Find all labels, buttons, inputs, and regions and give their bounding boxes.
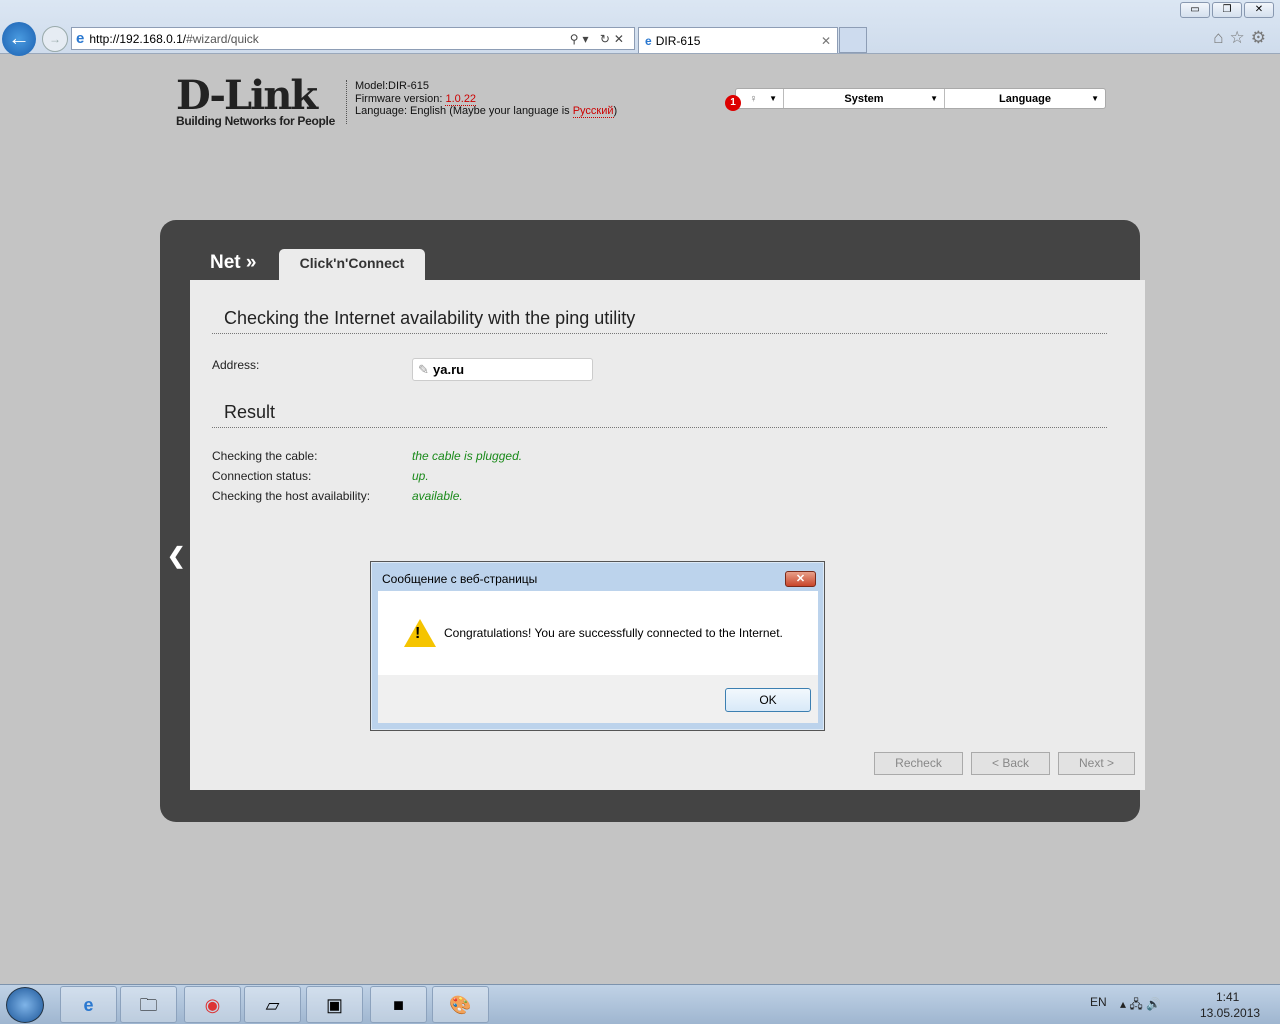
- address-bar[interactable]: e http://192.168.0.1/#wizard/quick ⚲▾ ↻✕: [71, 27, 635, 50]
- forward-button[interactable]: →: [42, 26, 68, 52]
- tray-icons[interactable]: ▴ 🖧 🔊: [1120, 995, 1161, 1016]
- section-title: Checking the Internet availability with …: [212, 308, 1107, 334]
- address-input[interactable]: ✎ ya.ru: [412, 358, 593, 381]
- result-label: Checking the host availability:: [212, 489, 371, 503]
- dlink-logo: D-Link Building Networks for People: [176, 72, 335, 129]
- address-label: Address:: [212, 358, 260, 372]
- restore-button[interactable]: ❐: [1212, 2, 1242, 18]
- collapse-arrow-icon[interactable]: ❮: [167, 543, 185, 569]
- model: Model:DIR-615: [355, 80, 429, 92]
- ie-taskbar-icon[interactable]: e: [60, 986, 117, 1023]
- tab-title: DIR-615: [655, 33, 701, 48]
- notifications-menu[interactable]: ♀ ▼: [736, 89, 784, 108]
- notepad-taskbar-icon[interactable]: ▱: [244, 986, 301, 1023]
- chrome-taskbar-icon[interactable]: ◉: [184, 986, 241, 1023]
- tab-click-n-connect[interactable]: Click'n'Connect: [279, 249, 425, 281]
- result-value: up.: [412, 469, 429, 483]
- result-label: Checking the cable:: [212, 449, 318, 463]
- address-value: ya.ru: [433, 362, 465, 377]
- bulb-icon: ♀: [749, 92, 758, 105]
- next-button[interactable]: Next >: [1058, 752, 1135, 775]
- url-path: #wizard/quick: [186, 31, 259, 46]
- system-menu[interactable]: System ▼: [784, 89, 945, 108]
- language-suffix: ): [613, 105, 618, 117]
- dialog-close-button[interactable]: ✕: [785, 571, 816, 587]
- browser-chrome: ▭ ❐ ✕ ← → e http://192.168.0.1/#wizard/qui…: [0, 0, 1280, 56]
- recheck-button[interactable]: Recheck: [874, 752, 963, 775]
- system-label: System: [844, 92, 884, 105]
- ie-icon: e: [76, 30, 85, 47]
- clock-date[interactable]: 13.05.2013: [1200, 1006, 1260, 1020]
- result-value: available.: [412, 489, 463, 503]
- alert-dialog: Сообщение с веб-страницы ✕ ! Congratulat…: [370, 561, 825, 731]
- breadcrumb[interactable]: Net »: [210, 252, 256, 274]
- logo-tagline: Building Networks for People: [176, 114, 335, 128]
- new-tab-button[interactable]: [839, 27, 867, 53]
- home-favorites-settings-icons[interactable]: ⌂☆⚙: [1213, 28, 1272, 48]
- firmware-version: 1.0.22: [445, 92, 477, 106]
- address-tools-icons[interactable]: ⚲▾ ↻✕: [570, 32, 628, 46]
- ok-button[interactable]: OK: [725, 688, 811, 712]
- result-label: Connection status:: [212, 469, 312, 483]
- back-button[interactable]: < Back: [971, 752, 1050, 775]
- url-host: http://192.168.0.1/: [89, 31, 187, 46]
- language-link[interactable]: Русский: [572, 105, 614, 118]
- language-label: Language: English (Maybe your language i…: [355, 105, 573, 117]
- explorer-taskbar-icon[interactable]: 🗀: [120, 986, 177, 1023]
- back-button[interactable]: ←: [2, 22, 36, 56]
- clock-time[interactable]: 1:41: [1216, 990, 1239, 1004]
- close-window-button[interactable]: ✕: [1244, 2, 1274, 18]
- pencil-icon: ✎: [418, 362, 429, 377]
- close-tab-icon[interactable]: ✕: [821, 34, 831, 48]
- result-value: the cable is plugged.: [412, 449, 523, 463]
- cmd-taskbar-icon[interactable]: ■: [370, 986, 427, 1023]
- taskbar: e 🗀 ◉ ▱ ▣ ■ 🎨 EN ▴ 🖧 🔊 1:41 13.05.2013: [0, 984, 1280, 1024]
- ie-icon: e: [645, 33, 652, 48]
- firmware-label: Firmware version:: [355, 92, 446, 105]
- browser-tab[interactable]: e DIR-615 ✕: [638, 27, 838, 53]
- paint-taskbar-icon[interactable]: 🎨: [432, 986, 489, 1023]
- control-panel-taskbar-icon[interactable]: ▣: [306, 986, 363, 1023]
- dialog-title: Сообщение с веб-страницы: [382, 572, 538, 586]
- result-title: Result: [212, 402, 1107, 428]
- minimize-button[interactable]: ▭: [1180, 2, 1210, 18]
- language-indicator[interactable]: EN: [1090, 995, 1107, 1009]
- language-menu[interactable]: Language ▼: [945, 89, 1105, 108]
- logo-text: D-Link: [176, 72, 318, 119]
- language-menu-label: Language: [999, 92, 1051, 105]
- top-menu: ♀ ▼ System ▼ Language ▼: [735, 88, 1106, 109]
- device-info: Model:DIR-615 Firmware version: 1.0.22 L…: [346, 80, 617, 124]
- notification-badge[interactable]: 1: [725, 95, 741, 111]
- dialog-message: Congratulations! You are successfully co…: [444, 626, 783, 640]
- start-button[interactable]: [6, 987, 44, 1023]
